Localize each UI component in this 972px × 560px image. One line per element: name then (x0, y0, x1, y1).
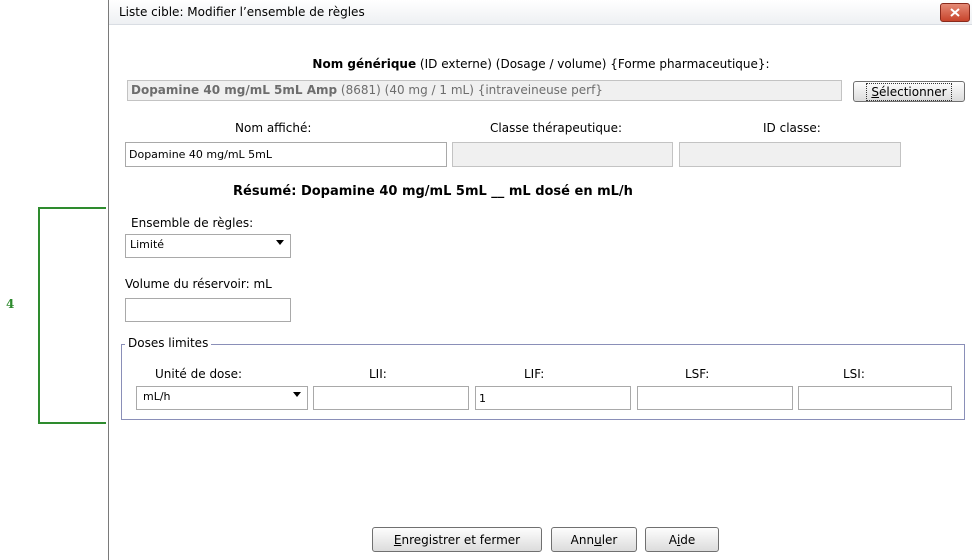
generic-name-header-bold: Nom générique (312, 57, 417, 71)
save-and-close-button[interactable]: Enregistrer et fermer (372, 527, 542, 552)
help-button[interactable]: Aide (645, 527, 719, 552)
dose-unit-value: mL/h (143, 390, 171, 403)
lsf-label: LSF: (685, 367, 710, 381)
lif-input[interactable]: 1 (475, 386, 631, 410)
help-label: Aide (668, 532, 696, 547)
therapeutic-class-label: Classe thérapeutique: (490, 121, 623, 135)
generic-name-header-rest: (ID externe) (Dosage / volume) {Forme ph… (416, 57, 770, 71)
lsf-input[interactable] (637, 386, 793, 410)
lsi-label: LSI: (843, 367, 865, 381)
close-button[interactable] (940, 3, 970, 22)
lii-label: LII: (369, 367, 387, 381)
display-name-label: Nom affiché: (235, 121, 312, 135)
chevron-down-icon (276, 240, 284, 245)
callout-bracket-bottom (38, 422, 106, 424)
rule-set-dropdown[interactable]: Limité (125, 234, 291, 258)
callout-bracket-top (38, 207, 106, 209)
therapeutic-class-input (452, 142, 673, 167)
generic-name-header: Nom générique (ID externe) (Dosage / vol… (109, 57, 972, 71)
dose-unit-label: Unité de dose: (155, 367, 243, 381)
class-id-input (679, 142, 901, 167)
generic-name-field: Dopamine 40 mg/mL 5mL Amp (8681) (40 mg … (127, 80, 842, 101)
display-name-input[interactable]: Dopamine 40 mg/mL 5mL (125, 142, 447, 167)
class-id-label: ID classe: (763, 121, 821, 135)
rule-set-value: Limité (130, 238, 165, 251)
callout-bracket-vertical (38, 207, 40, 424)
save-and-close-label: Enregistrer et fermer (393, 532, 521, 547)
reservoir-volume-input[interactable] (125, 298, 291, 322)
callout-number: 4 (6, 297, 15, 311)
select-button[interactable]: Sélectionner (853, 81, 965, 102)
rule-set-dialog: Liste cible: Modifier l’ensemble de règl… (108, 0, 972, 560)
lii-input[interactable] (313, 386, 469, 410)
generic-name-value: Dopamine 40 mg/mL 5mL Amp (131, 83, 338, 97)
dialog-title: Liste cible: Modifier l’ensemble de règl… (119, 5, 365, 19)
dose-limits-legend: Doses limites (125, 336, 212, 350)
reservoir-volume-label: Volume du réservoir: mL (125, 277, 272, 291)
lif-label: LIF: (524, 367, 545, 381)
generic-name-details: (8681) (40 mg / 1 mL) {intraveineuse per… (337, 83, 603, 97)
cancel-button[interactable]: Annuler (551, 527, 637, 552)
rule-set-label: Ensemble de règles: (131, 216, 254, 230)
lsi-input[interactable] (798, 386, 952, 410)
chevron-down-icon (293, 392, 301, 397)
dose-unit-dropdown[interactable]: mL/h (136, 386, 308, 410)
select-button-label: Sélectionner (866, 82, 952, 101)
summary-text: Résumé: Dopamine 40 mg/mL 5mL __ mL dosé… (233, 184, 633, 199)
close-icon (950, 8, 960, 17)
title-bar: Liste cible: Modifier l’ensemble de règl… (109, 0, 972, 25)
cancel-label: Annuler (570, 532, 618, 547)
